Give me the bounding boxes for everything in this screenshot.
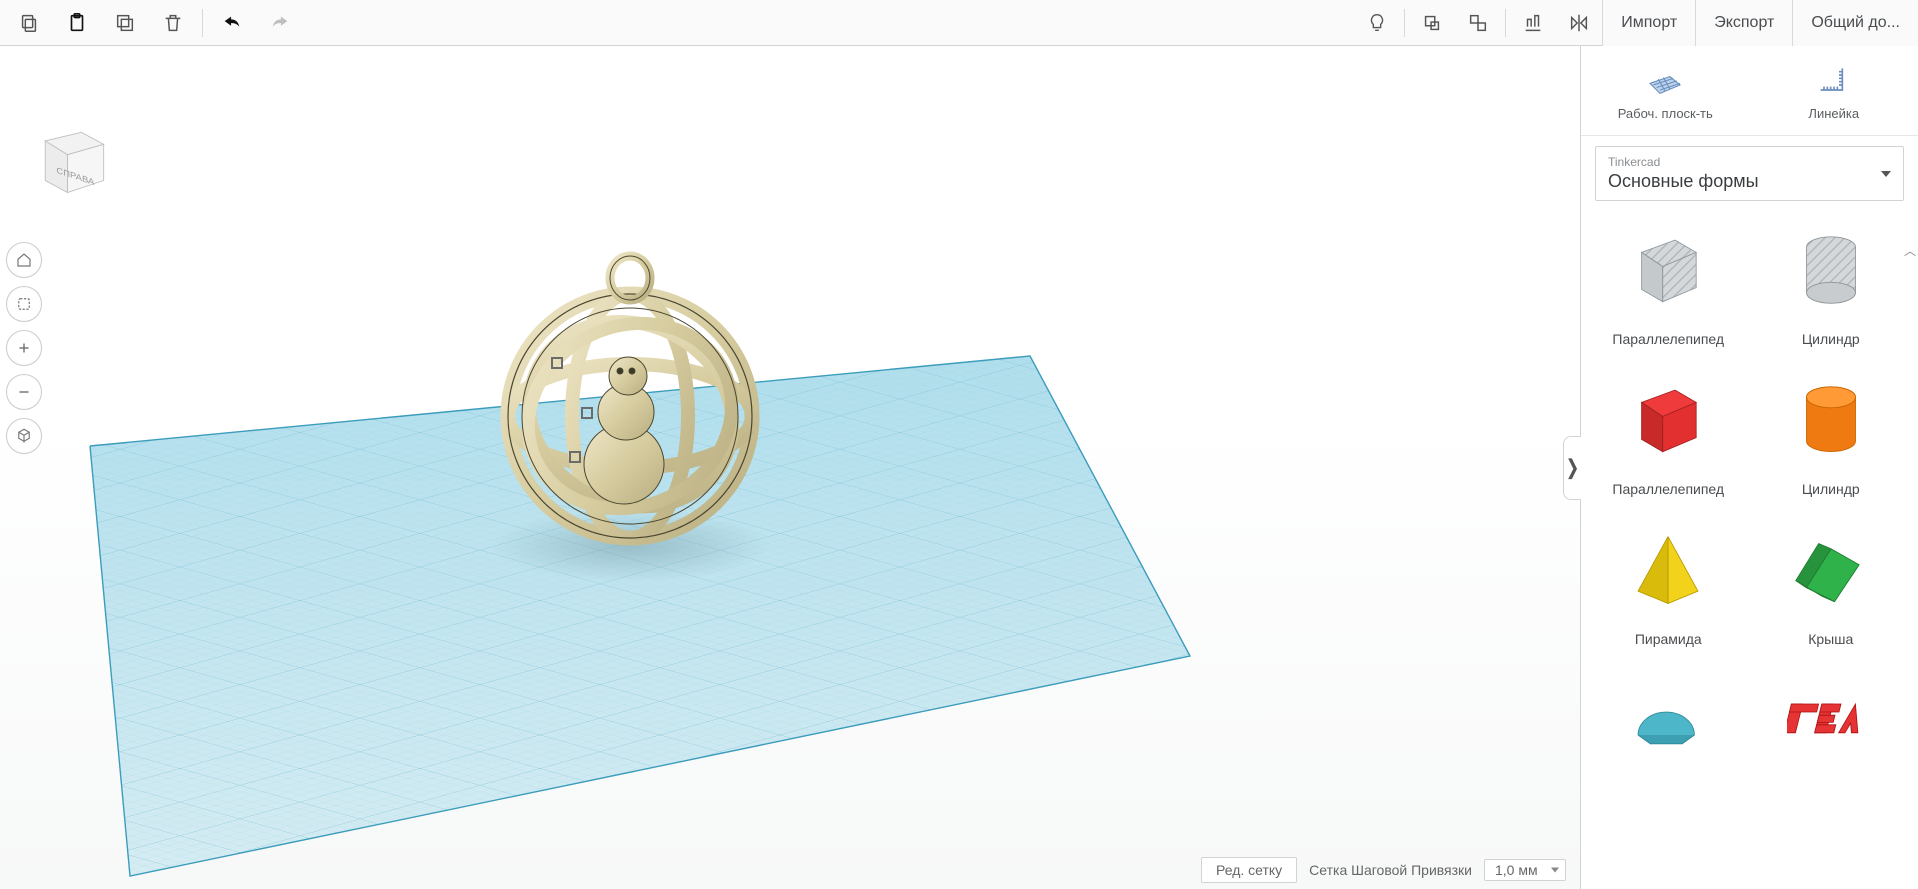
shape-card-box-hole[interactable]: Параллелепипед <box>1591 217 1746 347</box>
snap-label: Сетка Шаговой Привязки <box>1309 862 1472 878</box>
duplicate-icon[interactable] <box>102 0 148 46</box>
ungroup-icon[interactable] <box>1455 0 1501 46</box>
shape-card-halfcyl[interactable] <box>1591 667 1746 781</box>
ruler-label: Линейка <box>1808 106 1859 121</box>
export-button[interactable]: Экспорт <box>1695 0 1792 46</box>
snap-value-dropdown[interactable]: 1,0 мм <box>1484 859 1566 881</box>
panel-collapse-handle[interactable]: ❭ <box>1563 436 1581 500</box>
workplane-tool[interactable]: Рабоч. плоск-ть <box>1581 46 1750 135</box>
category-sub: Tinkercad <box>1608 155 1891 169</box>
shape-card-box-red[interactable]: Параллелепипед <box>1591 367 1746 497</box>
workplane-label: Рабоч. плоск-ть <box>1618 106 1713 121</box>
shapes-scroll[interactable]: Параллелепипед Цилиндр Параллелепипед Ци… <box>1581 211 1918 889</box>
shape-name: Параллелепипед <box>1612 331 1724 347</box>
shape-name: Цилиндр <box>1802 331 1860 347</box>
shape-name: Параллелепипед <box>1612 481 1724 497</box>
paste-icon[interactable] <box>54 0 100 46</box>
delete-icon[interactable] <box>150 0 196 46</box>
edit-grid-button[interactable]: Ред. сетку <box>1201 857 1297 883</box>
shape-name: Пирамида <box>1635 631 1702 647</box>
import-button[interactable]: Импорт <box>1602 0 1695 46</box>
workplane <box>0 46 1580 889</box>
shape-card-cyl-hole[interactable]: Цилиндр <box>1754 217 1909 347</box>
shape-card-cyl-orange[interactable]: Цилиндр <box>1754 367 1909 497</box>
group-icon[interactable] <box>1409 0 1455 46</box>
align-icon[interactable] <box>1510 0 1556 46</box>
shape-category-dropdown[interactable]: Tinkercad Основные формы <box>1595 146 1904 201</box>
share-button[interactable]: Общий до... <box>1792 0 1918 46</box>
shape-card-roof[interactable]: Крыша <box>1754 517 1909 647</box>
top-toolbar: Импорт Экспорт Общий до... <box>0 0 1918 46</box>
shape-card-pyramid[interactable]: Пирамида <box>1591 517 1746 647</box>
redo-icon[interactable] <box>257 0 303 46</box>
ruler-tool[interactable]: Линейка <box>1750 46 1918 135</box>
shape-name: Цилиндр <box>1802 481 1860 497</box>
bulb-icon[interactable] <box>1354 0 1400 46</box>
shape-card-text[interactable] <box>1754 667 1909 781</box>
shape-name: Крыша <box>1808 631 1853 647</box>
scroll-up-caret[interactable]: ︿ <box>1904 242 1916 259</box>
side-panel: ❭ Рабоч. плоск-ть Линейка Tinkercad Осно… <box>1580 46 1918 889</box>
viewport[interactable]: СПРАВА <box>0 46 1580 889</box>
copy-icon[interactable] <box>6 0 52 46</box>
undo-icon[interactable] <box>209 0 255 46</box>
category-title: Основные формы <box>1608 171 1891 192</box>
mirror-icon[interactable] <box>1556 0 1602 46</box>
